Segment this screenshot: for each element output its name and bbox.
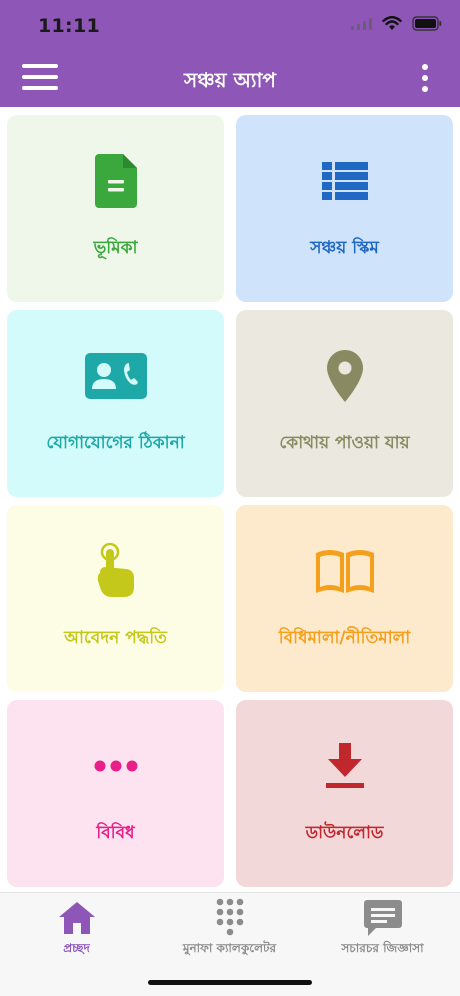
tile-label: আবেদন পদ্ধতি	[64, 628, 167, 648]
tile-label: বিবিধ	[96, 823, 135, 843]
home-indicator	[148, 980, 312, 985]
tab-profit-calculator[interactable]: মুনাফা ক্যালকুলেটর	[153, 898, 306, 959]
ellipsis-icon	[7, 736, 224, 796]
battery-icon	[412, 16, 442, 31]
tile-label: যোগাযোগের ঠিকানা	[46, 433, 185, 453]
tile-contact-address[interactable]: যোগাযোগের ঠিকানা	[7, 310, 224, 497]
tile-where-available[interactable]: কোথায় পাওয়া যায়	[236, 310, 453, 497]
tab-faq[interactable]: সচারচর জিজ্ঞাসা	[306, 899, 459, 959]
wifi-icon	[382, 16, 402, 31]
tab-label: মুনাফা ক্যালকুলেটর	[182, 941, 277, 955]
status-icons	[351, 16, 442, 31]
list-icon	[236, 151, 453, 211]
tile-label: কোথায় পাওয়া যায়	[279, 433, 410, 453]
pointing-hand-icon	[7, 541, 224, 601]
location-pin-icon	[236, 346, 453, 406]
more-options-icon[interactable]	[420, 64, 430, 98]
tile-introduction[interactable]: ভূমিকা	[7, 115, 224, 302]
cellular-signal-icon	[351, 17, 372, 30]
tile-savings-scheme[interactable]: সঞ্চয় স্কিম	[236, 115, 453, 302]
tile-rules-policies[interactable]: বিধিমালা/নীতিমালা	[236, 505, 453, 692]
tile-application-process[interactable]: আবেদন পদ্ধতি	[7, 505, 224, 692]
open-book-icon	[236, 541, 453, 601]
tile-label: ডাউনলোড	[305, 823, 384, 843]
tab-home[interactable]: প্রচ্ছদ	[0, 899, 153, 959]
document-icon	[7, 151, 224, 211]
tile-label: বিধিমালা/নীতিমালা	[278, 628, 411, 648]
page-title: সঞ্চয় অ্যাপ	[184, 68, 276, 92]
status-time: 11:11	[38, 15, 100, 37]
tile-download[interactable]: ডাউনলোড	[236, 700, 453, 887]
tile-miscellaneous[interactable]: বিবিধ	[7, 700, 224, 887]
tab-label: প্রচ্ছদ	[63, 941, 90, 955]
tile-label: সঞ্চয় স্কিম	[310, 238, 379, 258]
download-icon	[236, 736, 453, 796]
app-header: 11:11 সঞ্চয় অ্যাপ	[0, 0, 460, 107]
contact-card-icon	[7, 346, 224, 406]
home-icon	[0, 899, 153, 937]
chat-icon	[306, 899, 459, 937]
tab-label: সচারচর জিজ্ঞাসা	[341, 941, 424, 955]
keypad-icon	[153, 898, 306, 937]
tile-label: ভূমিকা	[93, 238, 138, 258]
